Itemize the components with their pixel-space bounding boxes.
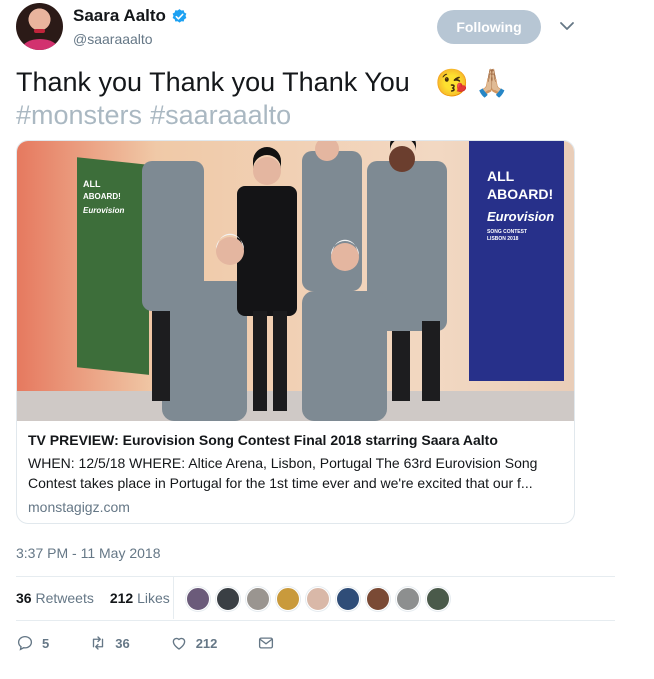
- hashtag-list: #monsters #saaraaalto: [16, 99, 299, 132]
- liker-avatar[interactable]: [396, 587, 420, 611]
- card-photo: ALL ABOARD! Eurovision SONG CONTEST LISB…: [17, 141, 574, 421]
- page-margin: [615, 0, 654, 679]
- heart-icon: [172, 637, 186, 650]
- tweet-stats: 36 Retweets 212 Likes: [16, 590, 170, 606]
- retweet-button[interactable]: 36: [89, 634, 130, 652]
- tweet-timestamp[interactable]: 3:37 PM - 11 May 2018: [16, 545, 160, 561]
- author-display-name[interactable]: Saara Aalto: [73, 6, 166, 26]
- reply-count: 5: [42, 635, 50, 651]
- author-handle[interactable]: @saaraaalto: [73, 31, 153, 47]
- liker-avatar[interactable]: [246, 587, 270, 611]
- card-description: WHEN: 12/5/18 WHERE: Altice Arena, Lisbo…: [28, 455, 538, 491]
- likes-stat[interactable]: 212 Likes: [110, 590, 170, 606]
- tweet-text-body: Thank you Thank you Thank You: [16, 67, 410, 97]
- verified-badge-icon: [172, 8, 187, 23]
- liker-avatar[interactable]: [216, 587, 240, 611]
- like-button[interactable]: 212: [170, 634, 218, 652]
- banner-text: Eurovision: [83, 206, 124, 215]
- reply-button[interactable]: 5: [16, 634, 49, 652]
- card-title[interactable]: TV PREVIEW: Eurovision Song Contest Fina…: [28, 432, 563, 448]
- liker-avatars: [186, 587, 450, 611]
- liker-avatar[interactable]: [426, 587, 450, 611]
- hashtag-link[interactable]: #monsters: [16, 100, 142, 130]
- retweets-stat[interactable]: 36 Retweets: [16, 590, 94, 606]
- chevron-down-icon[interactable]: [558, 17, 576, 35]
- card-domain[interactable]: monstagigz.com: [28, 499, 563, 515]
- kissing-face-emoji: 😘: [435, 68, 469, 99]
- tweet: Saara Aalto @saaraaalto Following Thank …: [0, 0, 615, 679]
- liker-avatar[interactable]: [276, 587, 300, 611]
- banner-text: ALL: [487, 168, 515, 184]
- liker-avatar[interactable]: [306, 587, 330, 611]
- banner-text: SONG CONTEST: [487, 229, 527, 235]
- liker-avatar[interactable]: [366, 587, 390, 611]
- tweet-actions: 5 36 212: [16, 634, 315, 652]
- likes-count: 212: [109, 590, 134, 606]
- like-count: 212: [195, 635, 218, 651]
- card-body[interactable]: TV PREVIEW: Eurovision Song Contest Fina…: [17, 422, 574, 515]
- divider: [16, 620, 615, 621]
- banner-text: ABOARD!: [487, 186, 553, 202]
- banner-text: ALL: [83, 179, 101, 189]
- retweet-icon: [93, 636, 104, 650]
- liker-avatar[interactable]: [336, 587, 360, 611]
- retweet-count: 36: [115, 635, 130, 651]
- likes-label: Likes: [137, 590, 170, 606]
- link-card[interactable]: ALL ABOARD! Eurovision SONG CONTEST LISB…: [16, 140, 575, 524]
- divider: [173, 577, 174, 619]
- hashtag-link[interactable]: #saaraaalto: [150, 100, 291, 130]
- retweets-count: 36: [16, 590, 32, 606]
- direct-message-button[interactable]: [257, 634, 275, 652]
- reply-icon: [17, 635, 33, 651]
- following-button[interactable]: Following: [437, 10, 541, 44]
- banner-text: ABOARD!: [83, 192, 121, 201]
- retweets-label: Retweets: [35, 590, 94, 606]
- divider: [16, 576, 615, 577]
- author-avatar[interactable]: [16, 3, 63, 50]
- banner-text: Eurovision: [487, 209, 554, 224]
- card-image[interactable]: ALL ABOARD! Eurovision SONG CONTEST LISB…: [17, 141, 574, 421]
- praying-hands-emoji: 🙏🏼: [474, 68, 509, 99]
- envelope-icon: [259, 637, 274, 649]
- author-name-row: Saara Aalto: [73, 6, 188, 26]
- liker-avatar[interactable]: [186, 587, 210, 611]
- banner-text: LISBON 2018: [487, 236, 519, 242]
- tweet-text: Thank you Thank you Thank You 😘 🙏🏼: [16, 66, 596, 100]
